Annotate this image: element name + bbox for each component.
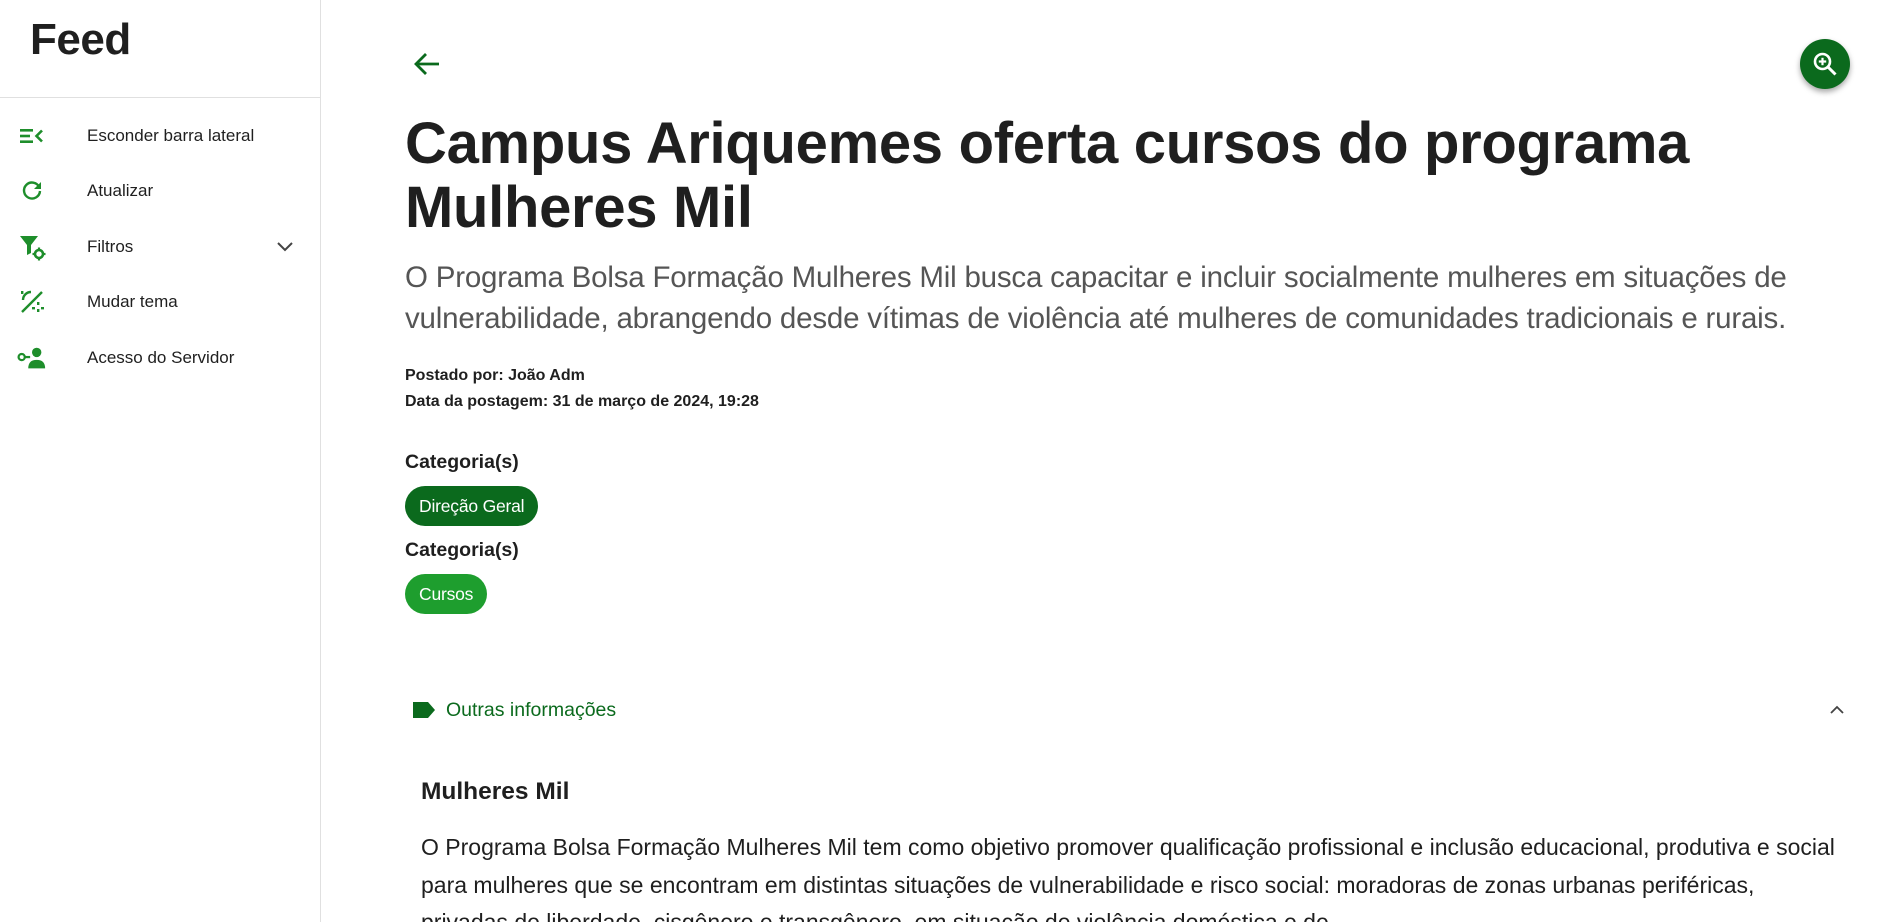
post-meta: Postado por: João Adm Data da postagem: … (405, 363, 1835, 414)
chevron-down-icon[interactable] (274, 236, 296, 258)
sidebar-item-server-access[interactable]: Acesso do Servidor (0, 330, 320, 386)
sidebar-item-change-theme[interactable]: Mudar tema (0, 275, 320, 331)
chevron-up-icon[interactable] (1827, 700, 1847, 720)
posted-date: Data da postagem: 31 de março de 2024, 1… (405, 392, 759, 410)
category-group: Categoria(s) Direção Geral (405, 449, 1835, 526)
section-title: Mulheres Mil (421, 778, 570, 805)
category-heading: Categoria(s) (405, 539, 519, 561)
article-subtitle: O Programa Bolsa Formação Mulheres Mil b… (405, 261, 1787, 335)
arrow-left-icon (414, 53, 439, 75)
sidebar-item-filters[interactable]: Filtros (0, 219, 320, 275)
sidebar-menu: Esconder barra lateral Atualizar Filtros… (0, 98, 320, 386)
menu-collapse-icon (17, 121, 47, 151)
label-icon (413, 702, 435, 718)
sidebar-item-label: Mudar tema (87, 292, 178, 312)
theme-icon (17, 287, 47, 317)
user-key-icon (17, 343, 47, 373)
sidebar-item-label: Esconder barra lateral (87, 125, 255, 145)
sidebar-item-label: Acesso do Servidor (87, 347, 235, 367)
back-button[interactable] (410, 47, 444, 81)
zoom-in-icon (1813, 52, 1837, 76)
page-title: Campus Ariquemes oferta cursos do progra… (405, 111, 1690, 240)
other-info-content: Mulheres Mil O Programa Bolsa Formação M… (421, 777, 1841, 922)
sidebar-item-refresh[interactable]: Atualizar (0, 164, 320, 220)
sidebar-item-label: Atualizar (87, 181, 154, 201)
category-heading: Categoria(s) (405, 451, 519, 473)
sidebar-header: Feed (0, 0, 320, 98)
sidebar: Feed Esconder barra lateral Atualizar Fi… (0, 0, 321, 922)
article: Campus Ariquemes oferta cursos do progra… (405, 112, 1835, 614)
main-content: Campus Ariquemes oferta cursos do progra… (322, 0, 1887, 922)
refresh-icon (17, 176, 47, 206)
category-group: Categoria(s) Cursos (405, 537, 1835, 614)
section-body: O Programa Bolsa Formação Mulheres Mil t… (421, 834, 1835, 922)
category-chip[interactable]: Direção Geral (405, 486, 539, 526)
posted-by: Postado por: João Adm (405, 367, 585, 384)
category-chip[interactable]: Cursos (405, 574, 488, 614)
sidebar-item-label: Filtros (87, 236, 134, 256)
filter-settings-icon (17, 232, 47, 262)
other-info-label: Outras informações (446, 698, 617, 721)
app-title: Feed (30, 15, 131, 64)
sidebar-item-hide-sidebar[interactable]: Esconder barra lateral (0, 108, 320, 164)
zoom-button[interactable] (1800, 39, 1850, 89)
other-info-accordion-header[interactable]: Outras informações (405, 692, 1860, 728)
